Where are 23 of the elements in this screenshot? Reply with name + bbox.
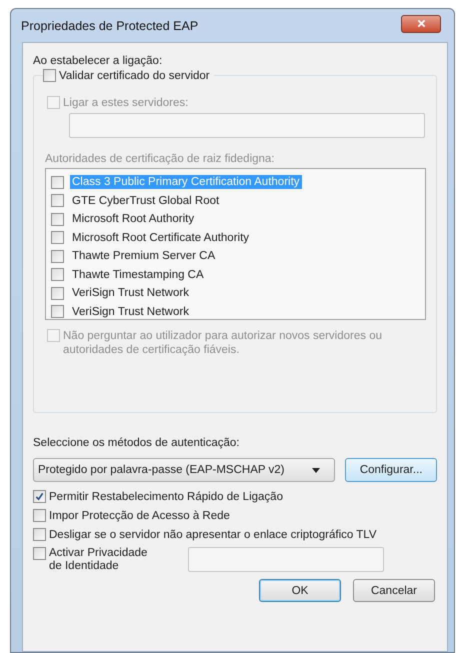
checkbox[interactable] (33, 528, 46, 541)
section-heading: Ao estabelecer a ligação: (33, 55, 164, 67)
checkbox[interactable] (33, 509, 46, 522)
checkbox[interactable] (33, 547, 46, 560)
method-dropdown[interactable]: Protegido por palavra-passe (EAP-MSCHAP v2) (33, 458, 336, 482)
configure-button[interactable]: Configurar... (345, 458, 437, 482)
checkbox[interactable] (43, 69, 56, 82)
list-label: Autoridades de certificação de raiz fidedigna: (45, 153, 276, 165)
checkbox-label: Impor Protecção de Acesso à Rede (49, 510, 230, 522)
close-icon (416, 19, 426, 28)
checked-checkbox[interactable] (33, 490, 46, 503)
checkbox-label: Não perguntar ao utilizador para autorizar novos servidores ou autoridades de certificação fiáveis. (63, 329, 383, 357)
checkbox-label: Ligar a estes servidores: (63, 96, 188, 108)
dialog-button[interactable]: Cancelar (353, 579, 435, 602)
dropdown-arrow-icon (312, 468, 320, 472)
checkbox-label: Desligar se o servidor não apresentar o enlace criptográfico TLV (49, 528, 376, 540)
section-heading: Seleccione os métodos de autenticação: (33, 437, 240, 449)
dialog-button[interactable]: OK (259, 579, 341, 602)
checkbox-label: Validar certificado do servidor (59, 70, 210, 82)
window-title: Propriedades de Protected EAP (21, 18, 198, 32)
close-button[interactable] (401, 14, 441, 32)
checkbox-label: Activar Privacidade de Identidade (49, 547, 148, 573)
checkbox-label: Permitir Restabelecimento Rápido de Ligação (49, 490, 283, 502)
